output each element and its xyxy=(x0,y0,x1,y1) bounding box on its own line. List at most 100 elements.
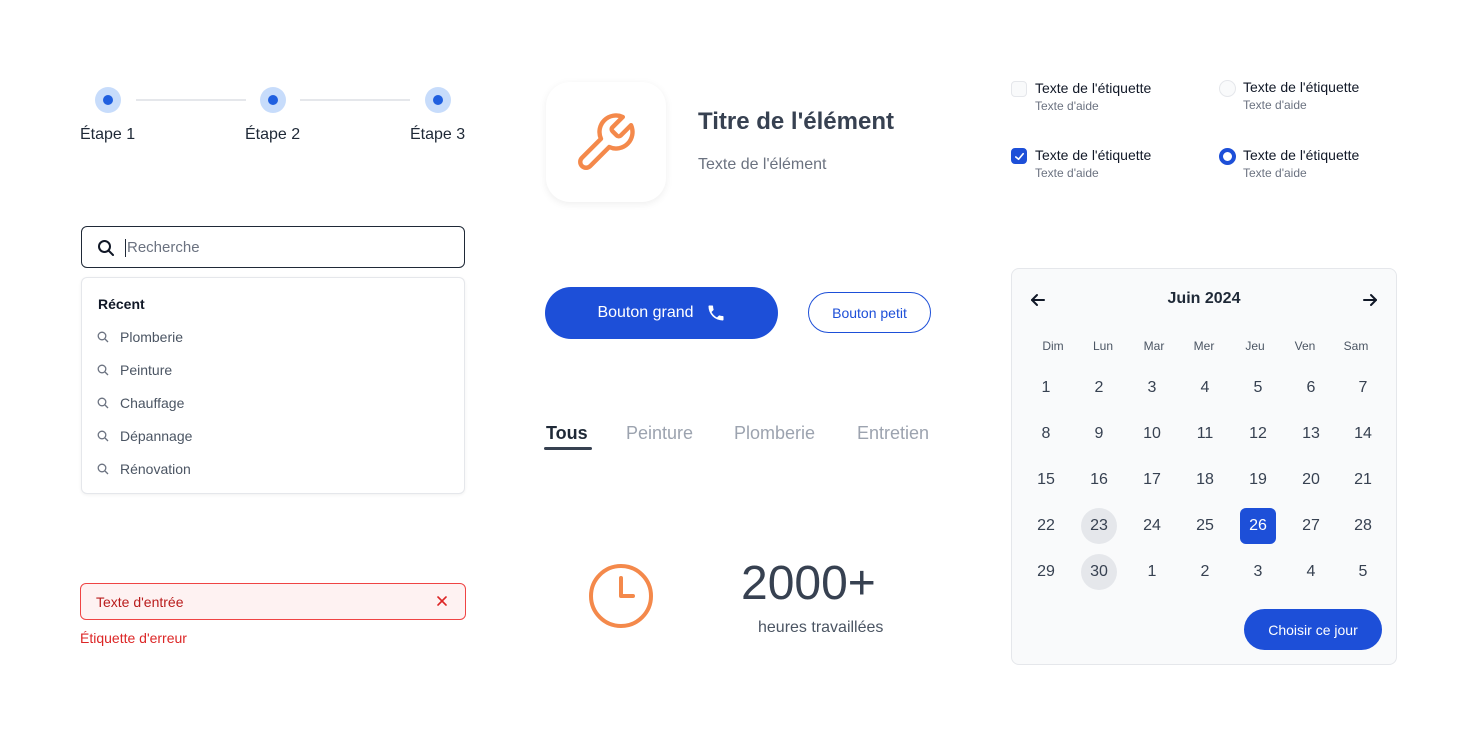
error-input-value[interactable]: Texte d'entrée xyxy=(96,594,184,610)
radio-option[interactable]: Texte de l'étiquette Texte d'aide xyxy=(1219,79,1409,119)
search-icon xyxy=(98,240,114,256)
search-suggestions: Récent Plomberie Peinture Chauffage Dépa… xyxy=(81,277,465,494)
option-helper: Texte d'aide xyxy=(1035,99,1099,113)
checkbox-option[interactable]: Texte de l'étiquette Texte d'aide xyxy=(1011,147,1201,187)
calendar-day[interactable]: 2 xyxy=(1081,370,1117,406)
tab-peinture[interactable]: Peinture xyxy=(626,423,693,444)
calendar-day-selected[interactable]: 26 xyxy=(1240,508,1276,544)
calendar-day[interactable]: 3 xyxy=(1134,370,1170,406)
calendar-day[interactable]: 17 xyxy=(1134,462,1170,498)
checkmark-icon xyxy=(1015,152,1024,161)
step-1-label: Étape 1 xyxy=(80,126,136,143)
suggestion-label: Peinture xyxy=(120,362,173,378)
active-tab-indicator xyxy=(544,447,592,450)
tab-tous[interactable]: Tous xyxy=(546,423,588,444)
calendar-day[interactable]: 7 xyxy=(1345,370,1381,406)
item-icon-tile xyxy=(546,82,666,202)
calendar-day[interactable]: 12 xyxy=(1240,416,1276,452)
calendar-day[interactable]: 18 xyxy=(1187,462,1223,498)
item-text: Texte de l'élément xyxy=(698,156,827,173)
calendar-day[interactable]: 22 xyxy=(1028,508,1064,544)
option-label: Texte de l'étiquette xyxy=(1035,147,1152,163)
suggestion-item[interactable]: Rénovation xyxy=(96,458,436,480)
tab-plomberie[interactable]: Plomberie xyxy=(734,423,815,444)
weekday-label: Mar xyxy=(1143,339,1165,353)
search-field[interactable] xyxy=(81,226,465,268)
radio-button[interactable] xyxy=(1219,80,1236,97)
calendar-day[interactable]: 4 xyxy=(1187,370,1223,406)
calendar-day[interactable]: 11 xyxy=(1187,416,1223,452)
checkbox-checked[interactable] xyxy=(1011,148,1027,164)
calendar-day[interactable]: 28 xyxy=(1345,508,1381,544)
recent-heading: Récent xyxy=(98,296,145,312)
calendar-day[interactable]: 21 xyxy=(1345,462,1381,498)
calendar-day[interactable]: 24 xyxy=(1134,508,1170,544)
date-picker: Juin 2024 Dim Lun Mar Mer Jeu Ven Sam 12… xyxy=(1011,268,1397,665)
step-2-label: Étape 2 xyxy=(245,126,301,143)
weekday-label: Lun xyxy=(1092,339,1114,353)
calendar-day[interactable]: 29 xyxy=(1028,554,1064,590)
weekday-label: Mer xyxy=(1193,339,1215,353)
calendar-day[interactable]: 5 xyxy=(1345,554,1381,590)
choose-day-button[interactable]: Choisir ce jour xyxy=(1244,609,1382,650)
step-1-indicator[interactable] xyxy=(95,87,121,113)
calendar-day[interactable]: 20 xyxy=(1293,462,1329,498)
phone-icon xyxy=(708,305,724,321)
option-label: Texte de l'étiquette xyxy=(1243,79,1360,95)
calendar-day[interactable]: 5 xyxy=(1240,370,1276,406)
suggestion-label: Plomberie xyxy=(120,329,184,345)
stat-value: 2000+ xyxy=(741,557,876,610)
stepper: Étape 1 Étape 2 Étape 3 xyxy=(80,86,470,156)
suggestion-item[interactable]: Dépannage xyxy=(96,425,436,447)
small-button[interactable]: Bouton petit xyxy=(808,292,931,333)
calendar-day[interactable]: 1 xyxy=(1028,370,1064,406)
radio-button-selected[interactable] xyxy=(1219,148,1236,165)
calendar-day[interactable]: 14 xyxy=(1345,416,1381,452)
weekday-label: Jeu xyxy=(1245,339,1265,353)
checkbox-option[interactable]: Texte de l'étiquette Texte d'aide xyxy=(1011,80,1201,120)
search-input[interactable] xyxy=(127,235,447,259)
suggestion-item[interactable]: Chauffage xyxy=(96,392,436,414)
large-button-label: Bouton grand xyxy=(597,304,694,321)
radio-option[interactable]: Texte de l'étiquette Texte d'aide xyxy=(1219,147,1409,187)
text-cursor xyxy=(125,239,126,257)
calendar-day[interactable]: 6 xyxy=(1293,370,1329,406)
calendar-day[interactable]: 27 xyxy=(1293,508,1329,544)
calendar-day-highlighted[interactable]: 30 xyxy=(1081,554,1117,590)
calendar-day[interactable]: 4 xyxy=(1293,554,1329,590)
calendar-day[interactable]: 3 xyxy=(1240,554,1276,590)
arrow-right-icon[interactable] xyxy=(1361,291,1379,309)
tab-entretien[interactable]: Entretien xyxy=(857,423,929,444)
suggestion-label: Chauffage xyxy=(120,395,185,411)
calendar-day[interactable]: 15 xyxy=(1028,462,1064,498)
checkbox[interactable] xyxy=(1011,81,1027,97)
calendar-day[interactable]: 9 xyxy=(1081,416,1117,452)
calendar-day[interactable]: 16 xyxy=(1081,462,1117,498)
calendar-day[interactable]: 13 xyxy=(1293,416,1329,452)
large-button[interactable]: Bouton grand xyxy=(545,287,778,339)
option-label: Texte de l'étiquette xyxy=(1035,80,1152,96)
suggestion-item[interactable]: Plomberie xyxy=(96,326,436,348)
search-icon xyxy=(97,430,109,442)
calendar-day-highlighted[interactable]: 23 xyxy=(1081,508,1117,544)
close-icon[interactable] xyxy=(435,594,449,608)
suggestion-label: Dépannage xyxy=(120,428,193,444)
calendar-day[interactable]: 19 xyxy=(1240,462,1276,498)
calendar-day[interactable]: 8 xyxy=(1028,416,1064,452)
step-2-indicator[interactable] xyxy=(260,87,286,113)
step-connector xyxy=(136,99,246,101)
step-3-indicator[interactable] xyxy=(425,87,451,113)
calendar-day[interactable]: 2 xyxy=(1187,554,1223,590)
calendar-day[interactable]: 1 xyxy=(1134,554,1170,590)
weekday-label: Ven xyxy=(1294,339,1316,353)
calendar-day[interactable]: 25 xyxy=(1187,508,1223,544)
option-helper: Texte d'aide xyxy=(1243,98,1307,112)
error-input-field[interactable]: Texte d'entrée xyxy=(80,583,466,620)
suggestion-label: Rénovation xyxy=(120,461,191,477)
weekday-label: Dim xyxy=(1042,339,1064,353)
stat-label: heures travaillées xyxy=(758,619,884,636)
error-label: Étiquette d'erreur xyxy=(80,630,187,646)
calendar-month: Juin 2024 xyxy=(1167,290,1241,307)
suggestion-item[interactable]: Peinture xyxy=(96,359,436,381)
calendar-day[interactable]: 10 xyxy=(1134,416,1170,452)
